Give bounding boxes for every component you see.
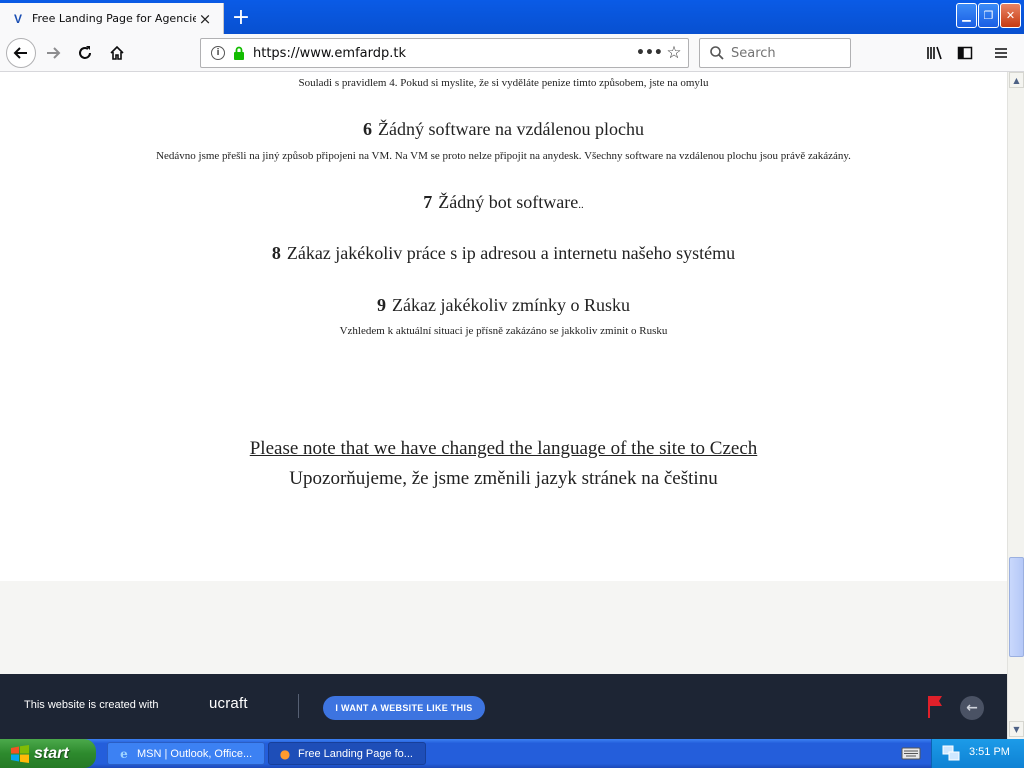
collapse-banner-button[interactable]: ← — [960, 696, 984, 720]
minimize-button[interactable]: ▁ — [956, 3, 977, 28]
rule-9-description: Vzhledem k aktuální situaci je přísně za… — [339, 325, 668, 337]
rule-5-description: Souladi s pravidlem 4. Pokud si myslite,… — [298, 77, 709, 89]
taskbar-button-firefox[interactable]: ● Free Landing Page fo... — [268, 742, 426, 765]
rule-7-heading: 7 Žádný bot software.. — [0, 192, 1007, 213]
reload-icon — [79, 46, 91, 59]
close-icon: ✕ — [1005, 9, 1016, 22]
restore-icon: ❐ — [983, 9, 994, 22]
search-icon — [710, 46, 724, 60]
system-tray: 3:51 PM — [931, 739, 1024, 768]
rule-title: Zákaz jakékoliv zmínky o Rusku — [392, 295, 630, 315]
taskbar-button-label: MSN | Outlook, Office... — [137, 747, 253, 760]
language-notice-czech: Upozorňujeme, že jsme změnili jazyk strá… — [289, 468, 718, 489]
scrollbar-thumb[interactable] — [1009, 557, 1024, 657]
arrow-right-icon — [47, 47, 61, 59]
banner-divider — [298, 694, 299, 718]
rule-title: Žádný software na vzdálenou plochu — [378, 119, 644, 139]
tab-title: Free Landing Page for Agencies - ucraft — [32, 12, 196, 25]
start-label: start — [34, 744, 69, 762]
chevron-up-icon: ▲ — [1013, 75, 1020, 85]
back-button[interactable] — [6, 38, 36, 68]
flag-icon[interactable] — [926, 694, 944, 720]
hamburger-icon — [995, 48, 1007, 58]
sidebar-icon — [957, 46, 973, 60]
language-notice-english: Please note that we have changed the lan… — [0, 438, 1007, 460]
bookmark-star-icon[interactable]: ☆ — [660, 43, 688, 63]
url-text[interactable]: https://www.emfardp.tk — [253, 46, 636, 61]
page-viewport: Souladi s pravidlem 4. Pokud si myslite,… — [0, 72, 1007, 739]
home-button[interactable] — [102, 38, 132, 68]
home-icon — [110, 45, 124, 60]
tab-strip: V Free Landing Page for Agencies - ucraf… — [0, 0, 1024, 34]
ie-icon: e — [120, 746, 128, 761]
ucraft-banner-text: This website is created with — [24, 699, 159, 711]
info-icon[interactable]: i — [211, 46, 225, 60]
chevron-down-icon: ▼ — [1013, 724, 1020, 734]
rule-number: 7 — [423, 192, 433, 212]
website-cta-button[interactable]: I WANT A WEBSITE LIKE THIS — [323, 696, 485, 720]
vertical-scrollbar[interactable]: ▲ ▼ — [1007, 72, 1024, 739]
start-button[interactable]: start — [0, 739, 96, 768]
language-notice-english-text: Please note that we have changed the lan… — [249, 438, 758, 459]
arrow-left-icon: ← — [966, 700, 978, 716]
navigation-toolbar: i https://www.emfardp.tk ••• ☆ — [0, 34, 1024, 72]
keyboard-icon[interactable] — [901, 745, 921, 761]
rule-9-heading: 9 Zákaz jakékoliv zmínky o Rusku — [0, 295, 1007, 316]
ucraft-banner: This website is created with ucraft I WA… — [0, 674, 1007, 739]
forward-button[interactable] — [38, 38, 68, 68]
rule-6-heading: 6 Žádný software na vzdálenou plochu — [0, 119, 1007, 140]
close-window-button[interactable]: ✕ — [1000, 3, 1021, 28]
rule-title: Žádný bot software — [438, 192, 579, 212]
clock[interactable]: 3:51 PM — [969, 746, 1010, 758]
rule-title: Zákaz jakékoliv práce s ip adresou a int… — [286, 243, 736, 263]
new-tab-button[interactable]: + — [229, 5, 253, 30]
taskbar: start e MSN | Outlook, Office... ● Free … — [0, 739, 1024, 768]
taskbar-button-outlook[interactable]: e MSN | Outlook, Office... — [107, 742, 265, 765]
search-bar[interactable] — [699, 38, 851, 68]
scroll-up-button[interactable]: ▲ — [1009, 72, 1024, 88]
network-icon[interactable] — [942, 745, 960, 762]
maximize-button[interactable]: ❐ — [978, 3, 999, 28]
browser-tab[interactable]: V Free Landing Page for Agencies - ucraf… — [0, 3, 224, 34]
firefox-icon: ● — [279, 746, 291, 761]
rule-number: 8 — [271, 243, 281, 263]
page-actions-icon[interactable]: ••• — [636, 45, 663, 61]
rule-6-description: Nedávno jsme přešli na jiný způsob připo… — [156, 150, 851, 162]
ucraft-favicon-icon: V — [13, 11, 22, 26]
menu-button[interactable] — [986, 38, 1016, 68]
library-button[interactable] — [920, 38, 950, 68]
scroll-down-button[interactable]: ▼ — [1009, 721, 1024, 737]
reload-button[interactable] — [70, 38, 100, 68]
sidebar-button[interactable] — [950, 38, 980, 68]
tab-close-icon[interactable]: × — [196, 10, 214, 28]
arrow-left-icon — [13, 47, 27, 59]
rule-number: 6 — [363, 119, 373, 139]
minimize-icon: ▁ — [962, 9, 971, 22]
rule-8-heading: 8 Zákaz jakékoliv práce s ip adresou a in… — [0, 243, 1007, 264]
lock-icon[interactable] — [233, 46, 245, 60]
taskbar-button-label: Free Landing Page fo... — [298, 747, 413, 760]
windows-logo-icon — [11, 744, 29, 763]
url-bar[interactable]: i https://www.emfardp.tk ••• ☆ — [200, 38, 689, 68]
search-input[interactable] — [731, 45, 841, 61]
library-icon — [927, 46, 942, 60]
ucraft-logo[interactable]: ucraft — [209, 695, 248, 712]
rule-title-suffix: .. — [578, 199, 584, 211]
rule-number: 9 — [377, 295, 387, 315]
